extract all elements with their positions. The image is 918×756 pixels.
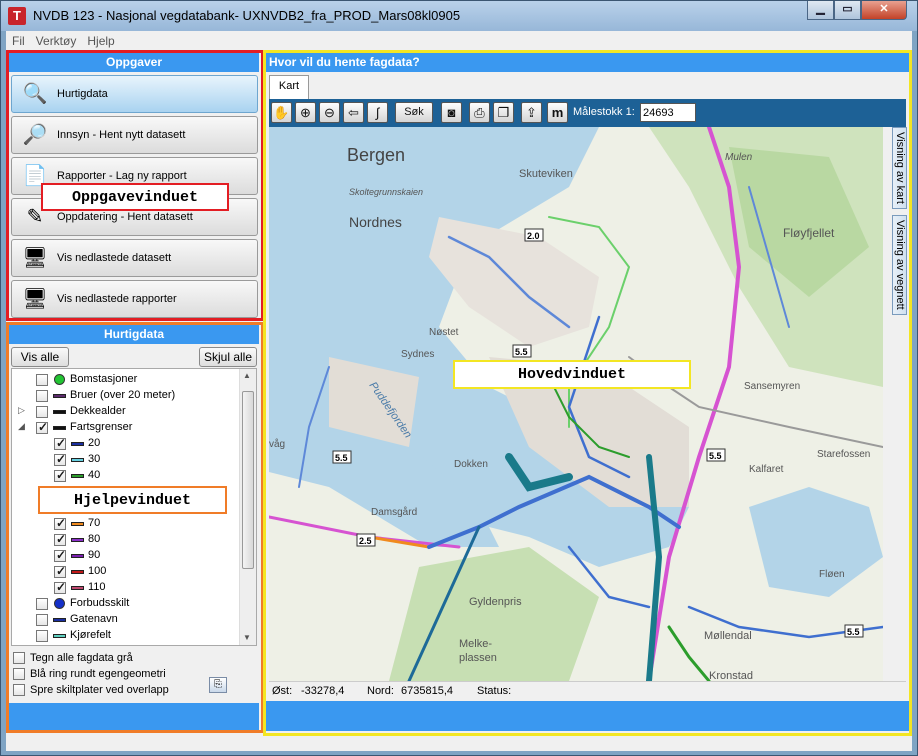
title-bar[interactable]: T NVDB 123 - Nasjonal vegdatabank- UXNVD… [1,1,917,31]
window-title: NVDB 123 - Nasjonal vegdatabank- UXNVDB2… [33,8,461,23]
menu-bar: Fil Verktøy Hjelp [6,31,912,51]
close-button[interactable]: ✕ [861,1,907,20]
help-frame [6,322,264,733]
help-callout: Hjelpevinduet [38,486,227,514]
menu-tools[interactable]: Verktøy [36,34,77,48]
minimize-button[interactable]: ▁ [807,1,834,20]
main-callout: Hovedvinduet [453,360,691,389]
menu-file[interactable]: Fil [12,34,25,48]
application-window: T NVDB 123 - Nasjonal vegdatabank- UXNVD… [0,0,918,756]
tasks-callout: Oppgavevinduet [41,183,229,211]
main-frame [263,50,912,736]
menu-help[interactable]: Hjelp [87,34,114,48]
nvdb-app-icon: T [8,7,26,25]
maximize-button[interactable]: ▭ [834,1,861,20]
